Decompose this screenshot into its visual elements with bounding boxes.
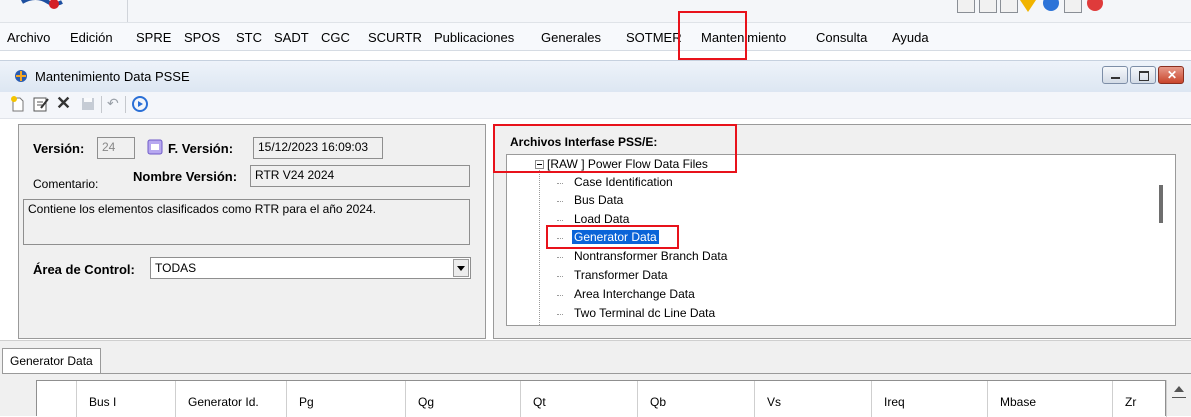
tree-scrollbar-thumb[interactable] (1159, 185, 1163, 223)
menu-spos[interactable]: SPOS (184, 30, 220, 45)
nombre-version-field[interactable]: RTR V24 2024 (250, 165, 470, 187)
toolbar-icon-1[interactable] (957, 0, 975, 13)
close-app-icon[interactable] (1087, 0, 1103, 11)
save-icon[interactable] (79, 95, 97, 113)
tree-label-transformer: Transformer Data (574, 268, 668, 282)
grid-header-zr[interactable]: Zr (1113, 381, 1167, 417)
area-control-value: TODAS (155, 261, 197, 275)
menu-edicion[interactable]: Edición (70, 30, 113, 45)
grid-header-bus[interactable]: Bus I (77, 381, 176, 417)
window-app-icon (15, 70, 27, 82)
version-panel: Versión: 24 F. Versión: 15/12/2023 16:09… (18, 124, 486, 339)
grid-header-vs[interactable]: Vs (755, 381, 872, 417)
new-icon[interactable] (9, 95, 27, 113)
menu-publicaciones[interactable]: Publicaciones (434, 30, 514, 45)
dropdown-button[interactable] (453, 259, 469, 277)
edit-icon[interactable] (32, 95, 50, 113)
tree-label-area: Area Interchange Data (574, 287, 695, 301)
warning-icon[interactable] (1020, 0, 1036, 12)
toolbar: ✕ ↶ (0, 92, 1191, 119)
calendar-icon[interactable] (146, 138, 164, 156)
scroll-up-icon[interactable] (1174, 386, 1184, 392)
generator-grid[interactable]: Bus I Generator Id. Pg Qg Qt Qb Vs Ireq … (36, 380, 1167, 417)
highlight-generator (546, 225, 679, 249)
chevron-down-icon (457, 266, 465, 271)
bottom-area: Generator Data Bus I Generator Id. Pg Qg… (0, 340, 1191, 417)
info-icon[interactable] (1043, 0, 1059, 11)
grid-header-select[interactable] (37, 381, 77, 417)
minimize-icon (1111, 77, 1120, 79)
toolbar-icon-3[interactable] (1000, 0, 1018, 13)
menu-archivo[interactable]: Archivo (7, 30, 50, 45)
tab-generator-data[interactable]: Generator Data (2, 348, 101, 374)
grid-header-ireq[interactable]: Ireq (872, 381, 988, 417)
menu-spre[interactable]: SPRE (136, 30, 171, 45)
delete-icon[interactable]: ✕ (56, 93, 71, 114)
minimize-button[interactable] (1102, 66, 1128, 84)
tree-label-bus: Bus Data (574, 193, 624, 207)
menu-scurtr[interactable]: SCURTR (368, 30, 422, 45)
top-strip (0, 0, 1191, 23)
grid-header-pg[interactable]: Pg (287, 381, 406, 417)
menu-generales[interactable]: Generales (541, 30, 601, 45)
toolbar-icon-2[interactable] (979, 0, 997, 13)
comentario-field[interactable]: Contiene los elementos clasificados como… (23, 199, 470, 245)
grid-header-genid[interactable]: Generator Id. (176, 381, 287, 417)
version-field[interactable]: 24 (97, 137, 135, 159)
tree-label-case: Case Identification (574, 175, 673, 189)
area-control-select[interactable]: TODAS (150, 257, 471, 279)
menu-bar: Archivo Edición SPRE SPOS STC SADT CGC S… (0, 23, 1191, 51)
tree-label-twoterminal: Two Terminal dc Line Data (574, 306, 716, 320)
menu-stc[interactable]: STC (236, 30, 262, 45)
grid-scrollbar[interactable] (1166, 380, 1191, 416)
fversion-label: F. Versión: (168, 141, 234, 156)
fversion-field[interactable]: 15/12/2023 16:09:03 (253, 137, 383, 159)
highlight-archivos (493, 124, 737, 173)
refresh-icon[interactable] (131, 95, 149, 113)
comentario-label: Comentario: (33, 177, 99, 191)
window-icon[interactable] (1064, 0, 1082, 13)
tree-label-nontransformer: Nontransformer Branch Data (574, 249, 728, 263)
grid-header-mbase[interactable]: Mbase (988, 381, 1113, 417)
menu-sotmer[interactable]: SOTMER (626, 30, 682, 45)
menu-ayuda[interactable]: Ayuda (892, 30, 929, 45)
close-button[interactable]: ✕ (1158, 66, 1184, 84)
highlight-sotmer (678, 11, 747, 60)
menu-cgc[interactable]: CGC (321, 30, 350, 45)
menu-consulta[interactable]: Consulta (816, 30, 867, 45)
window-title: Mantenimiento Data PSSE (35, 69, 190, 84)
app-logo-icon (21, 0, 63, 9)
area-control-label: Área de Control: (33, 262, 135, 277)
tree-label-load: Load Data (574, 212, 630, 226)
undo-icon[interactable]: ↶ (107, 95, 119, 112)
grid-header-qb[interactable]: Qb (638, 381, 755, 417)
nombre-version-label: Nombre Versión: (133, 169, 238, 184)
version-label: Versión: (33, 141, 85, 156)
grid-header-qg[interactable]: Qg (406, 381, 521, 417)
maximize-button[interactable] (1130, 66, 1156, 84)
grid-header-qt[interactable]: Qt (521, 381, 638, 417)
menu-sadt[interactable]: SADT (274, 30, 309, 45)
maximize-icon (1139, 71, 1149, 81)
tree-guide (539, 167, 540, 325)
window-titlebar: Mantenimiento Data PSSE ✕ (0, 60, 1191, 94)
close-icon: ✕ (1167, 68, 1178, 82)
